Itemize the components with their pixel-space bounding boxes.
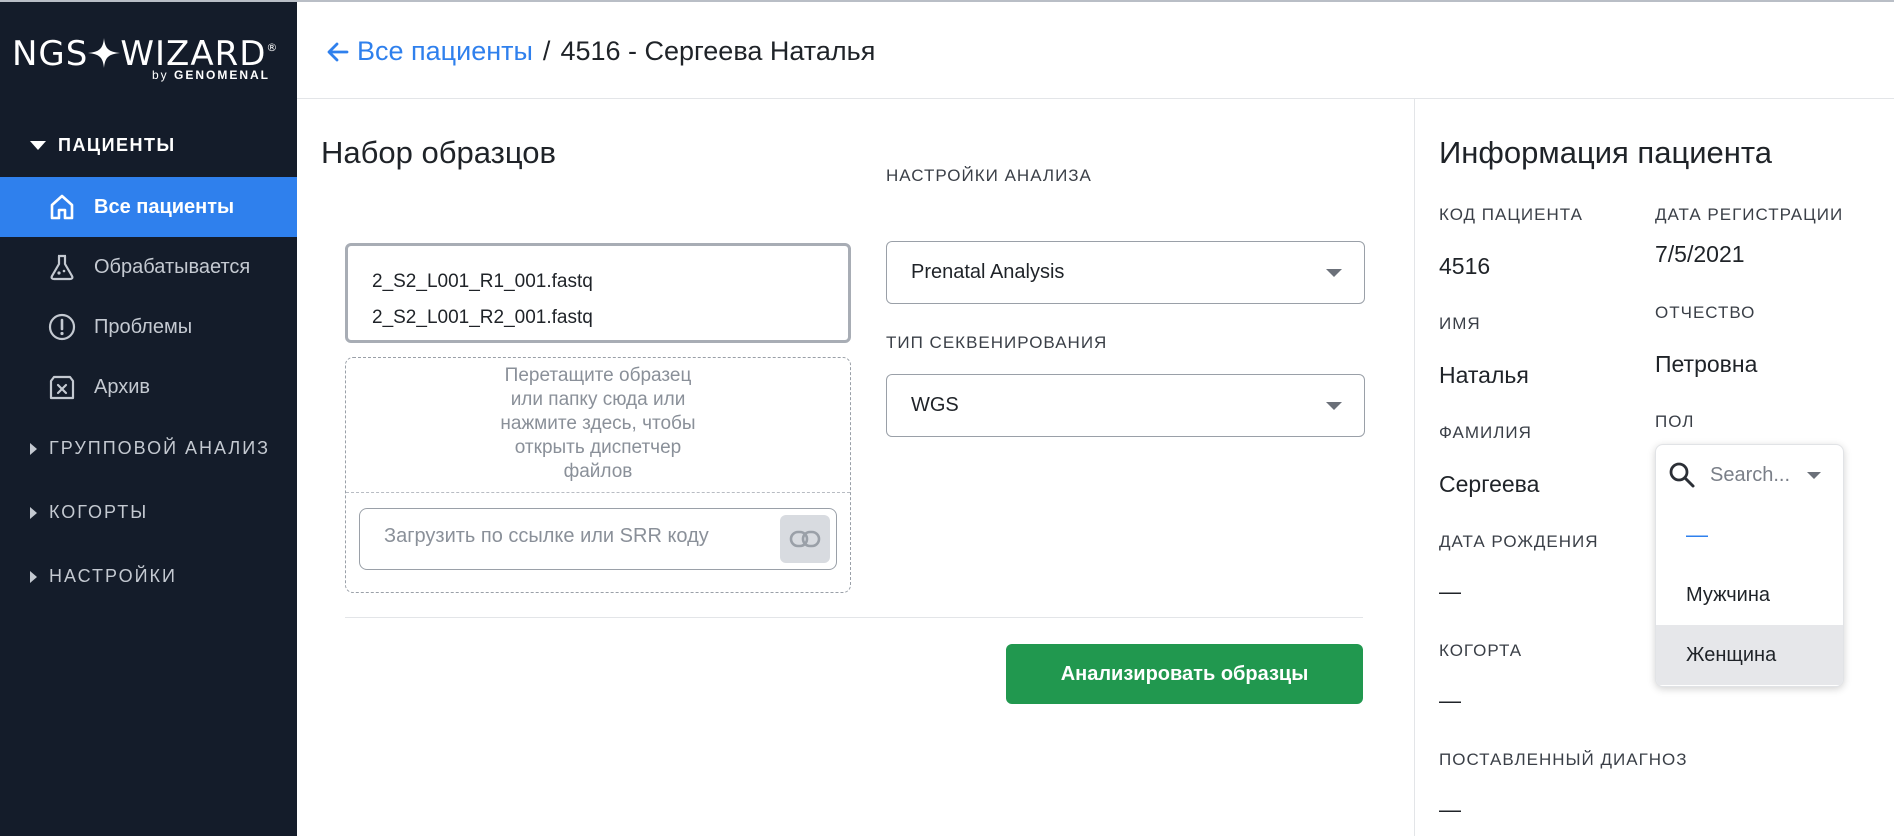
cohort-label: КОГОРТА bbox=[1439, 641, 1523, 660]
breadcrumb-back-link[interactable]: Все пациенты bbox=[327, 36, 533, 67]
patient-info-title: Информация пациента bbox=[1439, 135, 1772, 170]
analysis-settings-label: НАСТРОЙКИ АНАЛИЗА bbox=[886, 166, 1092, 185]
home-icon bbox=[48, 193, 76, 221]
breadcrumb-back-label: Все пациенты bbox=[357, 36, 533, 66]
samples-title: Набор образцов bbox=[321, 135, 556, 170]
patronymic-label: ОТЧЕСТВО bbox=[1655, 303, 1756, 322]
star-icon bbox=[88, 38, 121, 68]
drop-hint-line: открыть диспетчер bbox=[514, 437, 682, 458]
registered-mark: ® bbox=[266, 41, 279, 54]
section-label: ГРУППОВОЙ АНАЛИЗ bbox=[49, 438, 271, 458]
patient-code-label: КОД ПАЦИЕНТА bbox=[1439, 205, 1583, 224]
url-input-wrapper bbox=[359, 508, 837, 570]
search-icon bbox=[1669, 462, 1695, 488]
section-patients[interactable]: ПАЦИЕНТЫ bbox=[30, 135, 176, 156]
section-label: КОГОРТЫ bbox=[49, 502, 149, 522]
section-patients-label: ПАЦИЕНТЫ bbox=[58, 135, 176, 155]
divider bbox=[345, 617, 1363, 618]
section-label: НАСТРОЙКИ bbox=[49, 566, 177, 586]
reg-date-value: 7/5/2021 bbox=[1655, 241, 1745, 267]
drop-zone-hint: Перетащите образец или папку сюда или на… bbox=[346, 364, 850, 484]
chevron-down-icon[interactable] bbox=[1807, 472, 1821, 479]
breadcrumb: Все пациенты / 4516 - Сергеева Наталья bbox=[327, 36, 875, 67]
link-button[interactable] bbox=[780, 515, 830, 563]
sidebar: NGS WIZARD® by GENOMENAL ПАЦИЕНТЫ Все пац… bbox=[0, 0, 297, 836]
sex-dropdown-search bbox=[1656, 445, 1843, 505]
sex-option-male[interactable]: Мужчина bbox=[1656, 565, 1843, 625]
analyze-samples-button[interactable]: Анализировать образцы bbox=[1006, 644, 1363, 704]
sidebar-item-all-patients[interactable]: Все пациенты bbox=[0, 177, 297, 237]
flask-icon bbox=[48, 253, 76, 281]
file-drop-zone[interactable]: Перетащите образец или папку сюда или на… bbox=[345, 357, 851, 593]
section-cohorts[interactable]: КОГОРТЫ bbox=[30, 502, 148, 523]
last-name-value[interactable]: Сергеева bbox=[1439, 471, 1539, 498]
sex-search-input[interactable] bbox=[1710, 463, 1802, 487]
alert-circle-icon bbox=[48, 313, 76, 341]
drop-hint-line: файлов bbox=[563, 461, 633, 482]
analysis-settings-value: Prenatal Analysis bbox=[911, 261, 1065, 283]
cohort-value[interactable]: — bbox=[1439, 688, 1461, 714]
sex-option-female[interactable]: Женщина bbox=[1656, 625, 1843, 685]
file-item: 2_S2_L001_R1_001.fastq bbox=[372, 271, 593, 292]
caret-right-icon bbox=[30, 570, 37, 583]
file-item: 2_S2_L001_R2_001.fastq bbox=[372, 307, 593, 328]
drop-hint-line: или папку сюда или bbox=[510, 389, 686, 410]
archive-icon bbox=[48, 373, 76, 401]
main-content: Набор образцов 2_S2_L001_R1_001.fastq 2_… bbox=[297, 99, 1414, 836]
url-input[interactable] bbox=[384, 525, 764, 548]
analysis-settings-select[interactable]: Prenatal Analysis bbox=[886, 241, 1365, 304]
diagnosis-value[interactable]: — bbox=[1439, 797, 1461, 823]
sex-label: ПОЛ bbox=[1655, 412, 1695, 431]
caret-right-icon bbox=[30, 506, 37, 519]
chevron-down-icon bbox=[1326, 402, 1342, 410]
sidebar-item-label: Все пациенты bbox=[94, 195, 235, 218]
last-name-label: ФАМИЛИЯ bbox=[1439, 423, 1532, 442]
seq-type-select[interactable]: WGS bbox=[886, 374, 1365, 437]
chevron-down-icon bbox=[1326, 269, 1342, 277]
link-icon bbox=[789, 530, 821, 548]
drop-hint-line: нажмите здесь, чтобы bbox=[500, 413, 696, 434]
sidebar-item-label: Проблемы bbox=[94, 315, 193, 338]
patient-code-value: 4516 bbox=[1439, 253, 1491, 279]
brand-company: GENOMENAL bbox=[174, 68, 270, 82]
arrow-left-icon bbox=[327, 42, 349, 61]
first-name-value[interactable]: Наталья bbox=[1439, 362, 1529, 389]
top-bar: Все пациенты / 4516 - Сергеева Наталья bbox=[297, 0, 1894, 99]
caret-down-icon bbox=[30, 141, 46, 150]
drop-zone-divider bbox=[346, 492, 850, 493]
sidebar-item-archive[interactable]: Архив bbox=[0, 357, 297, 417]
caret-right-icon bbox=[30, 442, 37, 455]
brand-by: by bbox=[151, 68, 169, 82]
breadcrumb-separator: / bbox=[542, 36, 551, 66]
sex-dropdown[interactable]: — Мужчина Женщина bbox=[1655, 444, 1844, 687]
sidebar-item-problems[interactable]: Проблемы bbox=[0, 297, 297, 357]
first-name-label: ИМЯ bbox=[1439, 314, 1481, 333]
birth-date-label: ДАТА РОЖДЕНИЯ bbox=[1439, 532, 1599, 551]
breadcrumb-current: 4516 - Сергеева Наталья bbox=[560, 36, 876, 66]
seq-type-label: ТИП СЕКВЕНИРОВАНИЯ bbox=[886, 333, 1108, 352]
patronymic-value[interactable]: Петровна bbox=[1655, 351, 1757, 378]
brand-name-left: NGS bbox=[12, 34, 89, 74]
reg-date-label: ДАТА РЕГИСТРАЦИИ bbox=[1655, 205, 1844, 224]
section-settings[interactable]: НАСТРОЙКИ bbox=[30, 566, 177, 587]
brand-logo[interactable]: NGS WIZARD® by GENOMENAL bbox=[12, 30, 284, 86]
sidebar-item-processing[interactable]: Обрабатывается bbox=[0, 237, 297, 297]
drop-hint-line: Перетащите образец bbox=[504, 365, 692, 386]
sex-option-empty[interactable]: — bbox=[1656, 505, 1843, 565]
sidebar-item-label: Архив bbox=[94, 375, 151, 398]
seq-type-value: WGS bbox=[911, 394, 959, 416]
sidebar-item-label: Обрабатывается bbox=[94, 255, 251, 278]
birth-date-value[interactable]: — bbox=[1439, 579, 1461, 605]
section-group-analysis[interactable]: ГРУППОВОЙ АНАЛИЗ bbox=[30, 438, 270, 459]
selected-files-list[interactable]: 2_S2_L001_R1_001.fastq 2_S2_L001_R2_001.… bbox=[345, 243, 851, 343]
patient-info-panel: Информация пациента КОД ПАЦИЕНТА 4516 ДА… bbox=[1414, 99, 1894, 836]
diagnosis-label: ПОСТАВЛЕННЫЙ ДИАГНОЗ bbox=[1439, 750, 1688, 769]
